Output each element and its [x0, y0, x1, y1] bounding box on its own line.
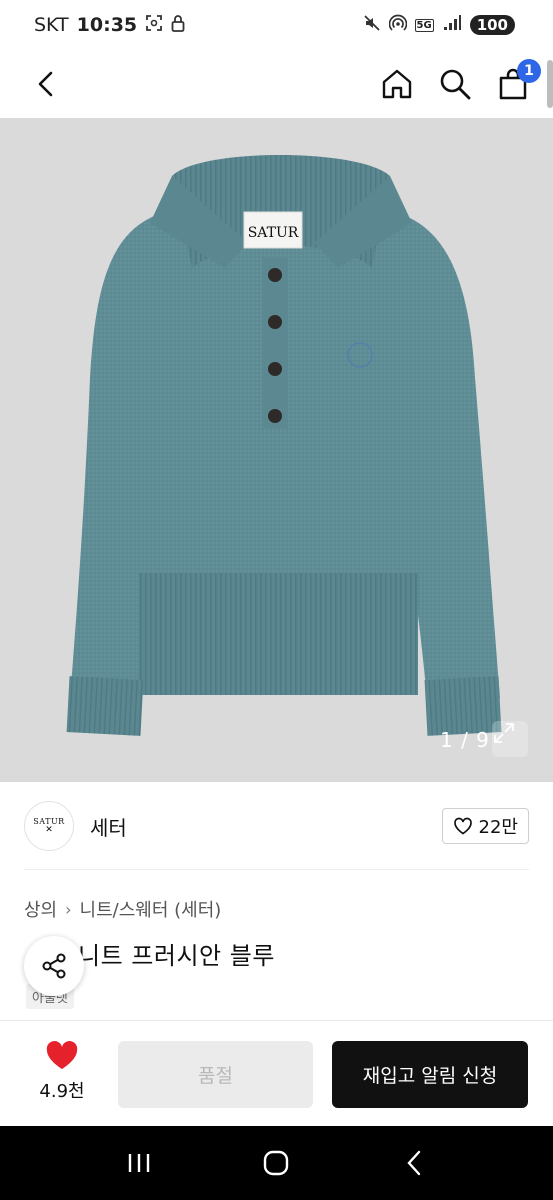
back-button[interactable] — [28, 66, 64, 102]
divider — [24, 869, 529, 870]
system-navigation-bar — [0, 1126, 553, 1200]
garment-label-text: SATUR — [248, 225, 299, 241]
brand-logo[interactable]: SATUR ✕ — [24, 801, 74, 851]
share-icon — [42, 953, 66, 979]
image-counter: 1 / 9 — [440, 728, 490, 752]
heart-filled-icon — [46, 1041, 78, 1069]
back-arrow-icon — [38, 71, 53, 97]
brand-row: SATUR ✕ 세터 22만 — [0, 782, 553, 870]
battery-indicator: 100 — [469, 15, 515, 35]
cart-button[interactable]: 1 — [495, 59, 541, 102]
heart-outline-icon — [453, 817, 472, 835]
soldout-button[interactable]: 품절 — [118, 1041, 313, 1108]
network-type-badge: 5G — [414, 18, 434, 32]
expand-image-button[interactable] — [492, 721, 528, 757]
hotspot-icon — [388, 14, 407, 36]
home-icon — [382, 69, 412, 99]
product-image-carousel[interactable]: SATUR 1 / 9 — [0, 118, 553, 782]
back-nav-button[interactable] — [390, 1139, 438, 1187]
share-button[interactable] — [24, 936, 84, 996]
screenshot-icon — [145, 14, 163, 36]
carrier-label: SKT — [34, 14, 69, 36]
status-bar: SKT 10:35 5G 100 — [0, 0, 553, 50]
purchase-action-bar: 4.9천 품절 재입고 알림 신청 — [0, 1020, 553, 1126]
app-header: 1 — [0, 50, 553, 118]
signal-icon — [442, 14, 462, 36]
breadcrumb-separator: › — [65, 899, 72, 919]
search-button[interactable] — [437, 66, 473, 102]
wish-count: 4.9천 — [39, 1081, 85, 1102]
like-button[interactable]: 22만 — [441, 808, 529, 844]
recent-apps-icon — [128, 1154, 150, 1172]
recent-apps-button[interactable] — [115, 1139, 163, 1187]
wish-button[interactable]: 4.9천 — [26, 1041, 98, 1103]
product-title-text: 니트 프러시안 블루 — [78, 942, 275, 970]
scroll-indicator — [547, 60, 553, 108]
search-icon — [440, 69, 471, 100]
mute-icon — [363, 14, 381, 36]
sweater-illustration: SATUR — [66, 155, 502, 736]
home-button[interactable] — [379, 66, 415, 102]
cart-count-badge: 1 — [517, 59, 541, 83]
clock: 10:35 — [76, 14, 138, 36]
breadcrumb-category[interactable]: 상의 — [24, 896, 57, 922]
restock-alert-button[interactable]: 재입고 알림 신청 — [332, 1041, 528, 1108]
breadcrumb: 상의 › 니트/스웨터 (세터) — [24, 896, 221, 922]
expand-icon — [494, 723, 514, 743]
breadcrumb-subcategory[interactable]: 니트/스웨터 (세터) — [80, 896, 222, 922]
lock-icon — [171, 14, 185, 36]
brand-logo-mark: ✕ — [45, 825, 53, 835]
home-nav-button[interactable] — [252, 1139, 300, 1187]
like-count: 22만 — [478, 817, 518, 838]
home-circle-icon — [264, 1150, 289, 1176]
back-chevron-icon — [407, 1150, 421, 1176]
brand-name[interactable]: 세터 — [90, 812, 127, 841]
